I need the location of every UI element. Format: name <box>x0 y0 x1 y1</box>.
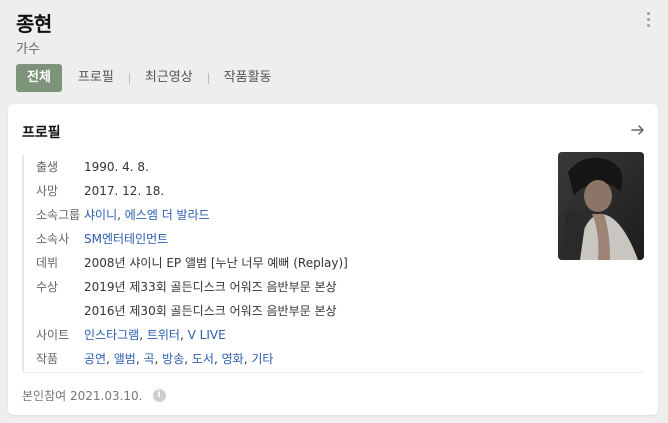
group-link-shinee[interactable]: 샤이니 <box>84 208 117 222</box>
birth-value: 1990. 4. 8. <box>84 160 149 174</box>
death-label: 사망 <box>36 184 59 198</box>
agency-value: SM엔터테인먼트 <box>84 227 168 251</box>
debut-row: 데뷔 2008년 샤이니 EP 앨범 [누난 너무 예뻐 (Replay)] <box>24 251 544 275</box>
works-label: 작품 <box>36 352 59 366</box>
award-item: 2019년 제33회 골든디스크 어워즈 음반부문 본상 <box>84 280 337 294</box>
sites-row: 사이트 인스타그램, 트위터, V LIVE <box>24 323 544 347</box>
profile-info-list: 출생 1990. 4. 8. 사망 2017. 12. 18. 소속그룹 샤이니… <box>22 155 544 371</box>
profile-footer: 본인참여 2021.03.10. i <box>22 387 166 404</box>
works-row: 작품 공연, 앨범, 곡, 방송, 도서, 영화, 기타 <box>24 347 544 371</box>
tab-divider <box>207 72 209 84</box>
agency-row: 소속사 SM엔터테인먼트 <box>24 227 544 251</box>
profile-section-title: 프로필 <box>22 125 61 141</box>
works-link-album[interactable]: 앨범 <box>114 352 136 366</box>
works-link-song[interactable]: 곡 <box>143 352 154 366</box>
works-link-etc[interactable]: 기타 <box>251 352 273 366</box>
site-link-instagram[interactable]: 인스타그램 <box>84 328 139 342</box>
tab-recent-videos[interactable]: 최근영상 <box>137 64 201 92</box>
group-row: 소속그룹 샤이니, 에스엠 더 발라드 <box>24 203 544 227</box>
profile-photo-image <box>558 152 644 260</box>
death-value: 2017. 12. 18. <box>84 184 165 198</box>
tab-divider <box>128 72 130 84</box>
works-link-broadcast[interactable]: 방송 <box>162 352 184 366</box>
profile-card: 프로필 출생 1990. 4. 8. 사망 2017. 12. 18. 소속그룹… <box>8 104 658 415</box>
works-link-movie[interactable]: 영화 <box>222 352 244 366</box>
site-link-vlive[interactable]: V LIVE <box>188 328 226 342</box>
awards-value: 2019년 제33회 골든디스크 어워즈 음반부문 본상 2016년 제30회 … <box>84 275 337 323</box>
info-icon[interactable]: i <box>152 389 166 402</box>
works-link-performance[interactable]: 공연 <box>84 352 106 366</box>
section-divider <box>22 372 644 373</box>
group-value: 샤이니, 에스엠 더 발라드 <box>84 208 210 222</box>
site-link-twitter[interactable]: 트위터 <box>147 328 180 342</box>
death-row: 사망 2017. 12. 18. <box>24 179 544 203</box>
birth-row: 출생 1990. 4. 8. <box>24 155 544 179</box>
sites-value: 인스타그램, 트위터, V LIVE <box>84 328 226 342</box>
more-options-icon[interactable] <box>640 10 656 32</box>
tab-all[interactable]: 전체 <box>16 64 62 92</box>
awards-label: 수상 <box>36 280 59 294</box>
group-link-sm-the-ballad[interactable]: 에스엠 더 발라드 <box>125 208 210 222</box>
debut-value: 2008년 샤이니 EP 앨범 [누난 너무 예뻐 (Replay)] <box>84 256 348 270</box>
sites-label: 사이트 <box>36 328 70 342</box>
tab-bar: 전체 프로필 최근영상 작품활동 <box>16 64 280 92</box>
profile-photo[interactable] <box>558 152 644 260</box>
awards-row: 수상 2019년 제33회 골든디스크 어워즈 음반부문 본상 2016년 제3… <box>24 275 544 323</box>
page-title: 종현 <box>16 12 52 36</box>
agency-link[interactable]: SM엔터테인먼트 <box>84 232 168 246</box>
page-header: 종현 가수 전체 프로필 최근영상 작품활동 <box>0 0 668 100</box>
page-subtitle: 가수 <box>16 42 40 57</box>
works-value: 공연, 앨범, 곡, 방송, 도서, 영화, 기타 <box>84 352 274 366</box>
works-link-book[interactable]: 도서 <box>192 352 214 366</box>
tab-profile[interactable]: 프로필 <box>70 64 122 92</box>
award-item: 2016년 제30회 골든디스크 어워즈 음반부문 본상 <box>84 304 337 318</box>
tab-works[interactable]: 작품활동 <box>216 64 280 92</box>
debut-label: 데뷔 <box>36 256 59 270</box>
agency-label: 소속사 <box>36 232 70 246</box>
birth-label: 출생 <box>36 160 59 174</box>
self-participation-date: 본인참여 2021.03.10. <box>22 389 143 403</box>
arrow-right-icon[interactable] <box>630 122 646 138</box>
group-label: 소속그룹 <box>36 208 81 222</box>
